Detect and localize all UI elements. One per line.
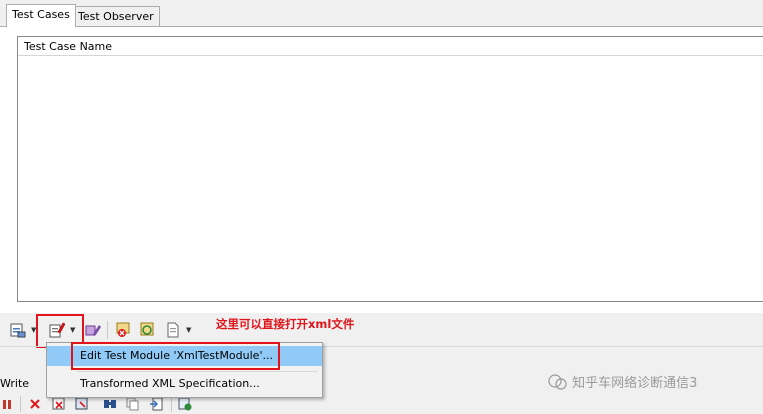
refresh-report-icon[interactable] — [139, 322, 155, 338]
wechat-logo-icon — [548, 374, 567, 390]
document-icon[interactable] — [165, 322, 181, 338]
find-icon[interactable] — [103, 397, 117, 411]
menu-separator — [77, 371, 318, 372]
tab-test-cases[interactable]: Test Cases — [6, 4, 76, 27]
toolbar-separator — [20, 396, 21, 412]
annotation-box-menu — [71, 342, 280, 370]
chevron-down-icon[interactable]: ▼ — [186, 326, 191, 334]
brush-icon[interactable] — [85, 322, 101, 338]
menu-item-transformed-xml-spec[interactable]: Transformed XML Specification... — [47, 374, 322, 394]
toolbar-separator — [171, 396, 172, 412]
options-icon[interactable] — [178, 397, 192, 411]
error-report-icon[interactable] — [115, 322, 131, 338]
list-header: Test Case Name — [18, 37, 763, 56]
test-module-icon[interactable] — [10, 322, 26, 338]
tab-test-observer[interactable]: Test Observer — [72, 6, 160, 26]
delete-error-icon[interactable] — [52, 397, 66, 411]
test-case-list[interactable]: Test Case Name — [17, 36, 763, 302]
write-window-label: Write — [0, 377, 30, 390]
stop-icon[interactable] — [29, 398, 41, 410]
pause-icon[interactable] — [2, 398, 12, 410]
watermark-text: 知乎车网络诊断通信3 — [572, 376, 698, 391]
export-icon[interactable] — [149, 397, 163, 411]
toolbar-separator — [107, 321, 108, 339]
menu-item-label: Transformed XML Specification... — [80, 377, 260, 390]
copy-icon[interactable] — [126, 397, 140, 411]
column-header-test-case-name[interactable]: Test Case Name — [24, 40, 112, 53]
annotation-text: 这里可以直接打开xml文件 — [216, 317, 355, 331]
filter-icon[interactable] — [75, 397, 89, 411]
watermark: 知乎车网络诊断通信3 — [548, 372, 697, 391]
